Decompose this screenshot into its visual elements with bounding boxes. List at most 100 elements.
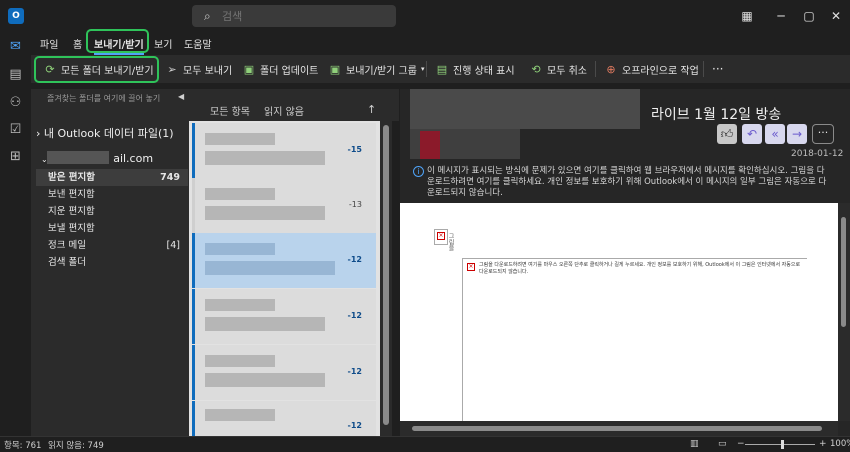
search-input[interactable] <box>222 7 382 25</box>
sort-arrow-icon[interactable]: ↑ <box>367 103 376 116</box>
folder-search[interactable]: 검색 폴더 <box>36 254 188 271</box>
download-pictures-notice[interactable]: 이 메시지가 표시되는 방식에 문제가 있으면 여기를 클릭하여 웹 브라우저에… <box>427 166 827 199</box>
account-suffix: ail.com <box>113 152 154 165</box>
normal-view-icon[interactable]: ▥ <box>690 439 699 449</box>
blocked-image-frame[interactable]: × 그림을 다운로드하려면 여기를 마우스 오른쪽 단추로 클릭하거나 길게 누… <box>462 258 807 423</box>
filter-all[interactable]: 모든 항목 <box>210 103 250 118</box>
message-item-selected[interactable]: -12 <box>192 233 376 288</box>
close-button[interactable]: ✕ <box>822 6 850 26</box>
folder-label: 받은 편지함 <box>48 172 96 183</box>
zoom-out-icon[interactable]: − <box>737 439 745 449</box>
tab-file[interactable]: 파일 <box>40 36 58 51</box>
zoom-in-icon[interactable]: + <box>819 439 827 449</box>
chevron-down-icon: ▾ <box>420 65 425 73</box>
maximize-button[interactable]: ▢ <box>795 6 823 26</box>
reading-horizontal-scrollbar[interactable] <box>400 421 838 436</box>
folder-sent[interactable]: 보낸 편지함 <box>36 186 188 203</box>
work-offline-button[interactable]: ⊕ 오프라인으로 작업 <box>604 59 698 79</box>
zoom-slider[interactable] <box>745 444 815 445</box>
layout-grid-icon[interactable]: ▦ <box>733 6 761 26</box>
reading-vertical-scrollbar[interactable] <box>838 203 850 421</box>
send-receive-groups-button[interactable]: ▣ 보내기/받기 그룹 ▾ <box>328 59 425 79</box>
favorites-hint: 즐겨찾는 폴더를 여기에 끌어 놓기 <box>47 94 161 103</box>
more-actions-button[interactable]: ··· <box>812 124 834 144</box>
message-subject: 라이브 1월 12일 방송 <box>651 107 782 123</box>
send-receive-groups-label: 보내기/받기 그룹 <box>346 65 417 77</box>
cancel-all-button[interactable]: ⟲ 모두 취소 <box>529 59 587 79</box>
message-date: -12 <box>347 255 362 264</box>
message-list-scrollbar[interactable] <box>380 121 392 436</box>
scrollbar-thumb[interactable] <box>383 125 389 425</box>
tab-help[interactable]: 도움말 <box>184 36 212 51</box>
minimize-button[interactable]: ─ <box>767 6 795 26</box>
message-list-header: 모든 항목 읽지 않음 ↑ <box>189 89 399 121</box>
reading-view-icon[interactable]: ▭ <box>718 439 727 449</box>
tab-home[interactable]: 홈 <box>73 36 82 51</box>
folder-inbox[interactable]: 받은 편지함 749 <box>36 169 188 186</box>
search-box[interactable]: ⌕ <box>192 5 396 27</box>
unread-count: 749 <box>160 172 180 183</box>
reply-all-button[interactable]: « <box>765 124 785 144</box>
folder-deleted[interactable]: 지운 편지함 <box>36 203 188 220</box>
send-icon: ➢ <box>167 62 177 76</box>
unread-count: 읽지 않음: 749 <box>48 441 104 451</box>
show-progress-button[interactable]: ▤ 진행 상태 표시 <box>435 59 515 79</box>
tasks-icon[interactable]: ☑ <box>7 121 24 138</box>
message-item[interactable]: -13 <box>192 178 376 233</box>
toolbar-divider <box>703 61 704 77</box>
broken-image-icon: × <box>467 263 475 271</box>
progress-icon: ▤ <box>436 62 448 76</box>
tab-view[interactable]: 보기 <box>154 36 172 51</box>
folder-label: 보낸 편지함 <box>48 189 95 200</box>
app-rail: ✉ ▤ ⚇ ☑ ⊞ <box>0 33 31 436</box>
folder-outbox[interactable]: 보낼 편지함 <box>36 220 188 237</box>
cancel-sync-icon: ⟲ <box>531 62 541 76</box>
status-bar: 항목: 761 읽지 않음: 749 ▥ ▭ − + 100% <box>0 436 850 452</box>
avatar <box>420 131 440 159</box>
redacted-sender <box>205 188 275 200</box>
chevron-right-icon: › <box>36 127 41 140</box>
message-date: -12 <box>347 311 362 320</box>
folder-label: 검색 폴더 <box>48 257 86 268</box>
update-folder-button[interactable]: ▣ 폴더 업데이트 <box>242 59 319 79</box>
collapse-pane-icon[interactable]: ◀ <box>178 92 184 101</box>
forward-button[interactable]: → <box>787 124 807 144</box>
blocked-image-note: 그림을 다운로드하려면 여기를 마우스 오른쪽 단추로 클릭하거나 길게 누르세… <box>479 262 801 275</box>
like-button[interactable]: 👍︎ <box>717 124 737 144</box>
image-alt-text: 그림을 <box>447 233 454 251</box>
search-icon: ⌕ <box>204 9 211 23</box>
zoom-slider-handle[interactable] <box>781 440 784 449</box>
apps-icon[interactable]: ⊞ <box>7 148 24 165</box>
cancel-all-label: 모두 취소 <box>547 65 587 77</box>
message-body: × 그림을 × 그림을 다운로드하려면 여기를 마우스 오른쪽 단추로 클릭하거… <box>400 203 838 423</box>
mail-icon[interactable]: ✉ <box>7 38 24 55</box>
calendar-icon[interactable]: ▤ <box>7 66 24 83</box>
send-all-button[interactable]: ➢ 모두 보내기 <box>165 59 232 79</box>
message-item[interactable]: -12 <box>192 401 376 436</box>
message-date: 2018-01-12 <box>791 149 844 159</box>
filter-unread[interactable]: 읽지 않음 <box>264 103 304 118</box>
folder-label: 지운 편지함 <box>48 206 95 217</box>
message-date: -15 <box>347 145 362 154</box>
people-icon[interactable]: ⚇ <box>7 94 24 111</box>
scrollbar-thumb[interactable] <box>841 217 846 327</box>
redacted-sender <box>205 355 275 367</box>
message-item[interactable]: -15 <box>192 123 376 178</box>
zoom-level[interactable]: 100% <box>830 439 850 449</box>
scrollbar-thumb[interactable] <box>412 426 822 431</box>
data-file-label: 내 Outlook 데이터 파일(1) <box>43 127 174 140</box>
send-all-label: 모두 보내기 <box>183 65 233 77</box>
groups-icon: ▣ <box>329 62 341 76</box>
globe-icon: ⊕ <box>606 62 616 76</box>
toolbar-divider <box>426 61 427 77</box>
reply-button[interactable]: ↶ <box>742 124 762 144</box>
message-date: -13 <box>348 200 362 209</box>
data-file-root[interactable]: › 내 Outlook 데이터 파일(1) <box>36 125 174 141</box>
more-commands-button[interactable]: ··· <box>712 59 723 79</box>
message-date: -12 <box>347 367 362 376</box>
message-item[interactable]: -12 <box>192 345 376 400</box>
account-header[interactable]: ⌄ ail.com <box>41 152 153 165</box>
folder-junk[interactable]: 정크 메일 [4] <box>36 237 188 254</box>
reading-pane: 라이브 1월 12일 방송 👍︎ ↶ « → ··· 2018-01-12 i … <box>400 89 850 436</box>
message-item[interactable]: -12 <box>192 289 376 344</box>
